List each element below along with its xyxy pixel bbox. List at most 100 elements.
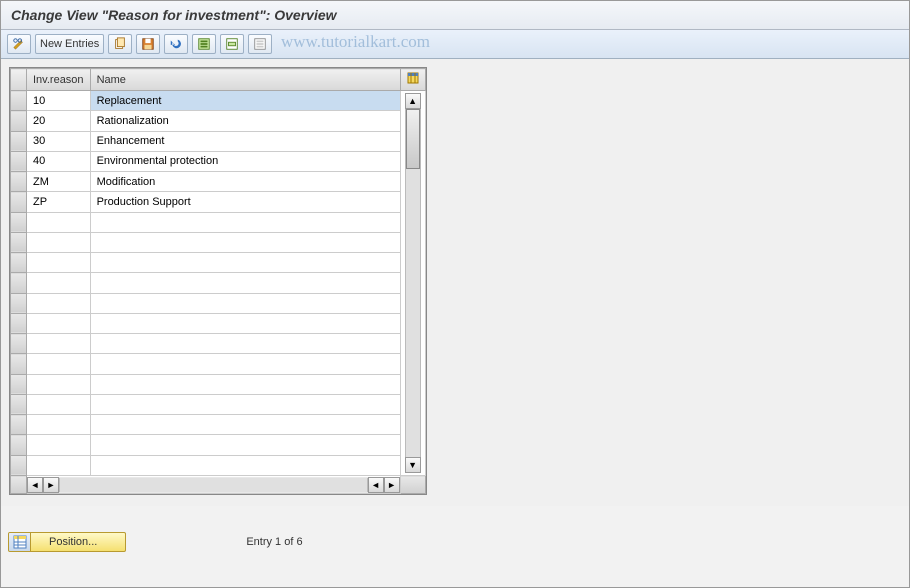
cell-reason[interactable] <box>27 253 91 273</box>
cell-reason[interactable] <box>27 354 91 374</box>
reason-input[interactable] <box>31 94 86 108</box>
cell-name[interactable] <box>90 91 400 111</box>
row-selector[interactable] <box>11 455 27 476</box>
new-entries-button[interactable]: New Entries <box>35 34 104 54</box>
row-selector[interactable] <box>11 111 27 131</box>
name-input[interactable] <box>95 154 396 168</box>
row-selector[interactable] <box>11 151 27 171</box>
cell-name[interactable] <box>90 172 400 192</box>
cell-name[interactable] <box>90 293 400 313</box>
name-input[interactable] <box>95 235 396 249</box>
save-button[interactable] <box>136 34 160 54</box>
cell-name[interactable] <box>90 394 400 414</box>
cell-name[interactable] <box>90 354 400 374</box>
reason-input[interactable] <box>31 235 86 249</box>
reason-input[interactable] <box>31 256 86 270</box>
select-block-button[interactable] <box>220 34 244 54</box>
reason-input[interactable] <box>31 276 86 290</box>
reason-input[interactable] <box>31 418 86 432</box>
name-input[interactable] <box>95 256 396 270</box>
reason-input[interactable] <box>31 175 86 189</box>
cell-reason[interactable] <box>27 334 91 354</box>
vscroll-track[interactable] <box>405 109 421 457</box>
cell-reason[interactable] <box>27 131 91 151</box>
reason-input[interactable] <box>31 134 86 148</box>
row-selector[interactable] <box>11 313 27 333</box>
vertical-scrollbar[interactable]: ▲▼ <box>400 91 425 476</box>
hscroll-step-right-button[interactable]: ► <box>43 477 59 493</box>
vscroll-down-button[interactable]: ▼ <box>405 457 421 473</box>
row-selector[interactable] <box>11 172 27 192</box>
cell-name[interactable] <box>90 131 400 151</box>
reason-input[interactable] <box>31 438 86 452</box>
row-selector[interactable] <box>11 273 27 293</box>
reason-input[interactable] <box>31 316 86 330</box>
cell-reason[interactable] <box>27 172 91 192</box>
cell-name[interactable] <box>90 192 400 212</box>
cell-reason[interactable] <box>27 192 91 212</box>
cell-name[interactable] <box>90 334 400 354</box>
name-input[interactable] <box>95 458 396 472</box>
row-selector[interactable] <box>11 394 27 414</box>
name-input[interactable] <box>95 357 396 371</box>
select-all-button[interactable] <box>192 34 216 54</box>
hscroll-right-button[interactable]: ► <box>384 477 400 493</box>
name-input[interactable] <box>95 397 396 411</box>
reason-input[interactable] <box>31 357 86 371</box>
horizontal-scrollbar[interactable]: ◄ ► ◄ ► <box>27 476 401 494</box>
table-settings-button[interactable] <box>400 69 425 91</box>
hscroll-step-left2-button[interactable]: ◄ <box>368 477 384 493</box>
row-selector[interactable] <box>11 192 27 212</box>
name-input[interactable] <box>95 418 396 432</box>
cell-name[interactable] <box>90 435 400 455</box>
name-input[interactable] <box>95 316 396 330</box>
name-input[interactable] <box>95 134 396 148</box>
hscroll-left-button[interactable]: ◄ <box>27 477 43 493</box>
cell-reason[interactable] <box>27 293 91 313</box>
name-input[interactable] <box>95 94 396 108</box>
cell-reason[interactable] <box>27 273 91 293</box>
name-input[interactable] <box>95 195 396 209</box>
cell-name[interactable] <box>90 111 400 131</box>
cell-name[interactable] <box>90 415 400 435</box>
cell-reason[interactable] <box>27 91 91 111</box>
position-button[interactable]: Position... <box>8 532 126 552</box>
row-selector[interactable] <box>11 253 27 273</box>
cell-reason[interactable] <box>27 232 91 252</box>
cell-name[interactable] <box>90 253 400 273</box>
vscroll-up-button[interactable]: ▲ <box>405 93 421 109</box>
cell-reason[interactable] <box>27 111 91 131</box>
reason-input[interactable] <box>31 195 86 209</box>
cell-reason[interactable] <box>27 394 91 414</box>
reason-input[interactable] <box>31 458 86 472</box>
name-input[interactable] <box>95 175 396 189</box>
cell-name[interactable] <box>90 455 400 476</box>
name-input[interactable] <box>95 438 396 452</box>
toggle-change-button[interactable] <box>7 34 31 54</box>
reason-input[interactable] <box>31 397 86 411</box>
cell-reason[interactable] <box>27 455 91 476</box>
vscroll-thumb[interactable] <box>406 109 420 169</box>
reason-input[interactable] <box>31 114 86 128</box>
row-selector[interactable] <box>11 415 27 435</box>
cell-name[interactable] <box>90 232 400 252</box>
reason-input[interactable] <box>31 215 86 229</box>
name-input[interactable] <box>95 114 396 128</box>
hscroll-track[interactable] <box>59 478 368 492</box>
reason-input[interactable] <box>31 337 86 351</box>
name-input[interactable] <box>95 215 396 229</box>
reason-input[interactable] <box>31 377 86 391</box>
cell-reason[interactable] <box>27 313 91 333</box>
cell-reason[interactable] <box>27 374 91 394</box>
cell-name[interactable] <box>90 313 400 333</box>
row-selector-header[interactable] <box>11 69 27 91</box>
copy-button[interactable] <box>108 34 132 54</box>
name-input[interactable] <box>95 276 396 290</box>
cell-name[interactable] <box>90 212 400 232</box>
cell-name[interactable] <box>90 273 400 293</box>
row-selector[interactable] <box>11 91 27 111</box>
row-selector[interactable] <box>11 435 27 455</box>
row-selector[interactable] <box>11 334 27 354</box>
reason-input[interactable] <box>31 154 86 168</box>
cell-reason[interactable] <box>27 415 91 435</box>
